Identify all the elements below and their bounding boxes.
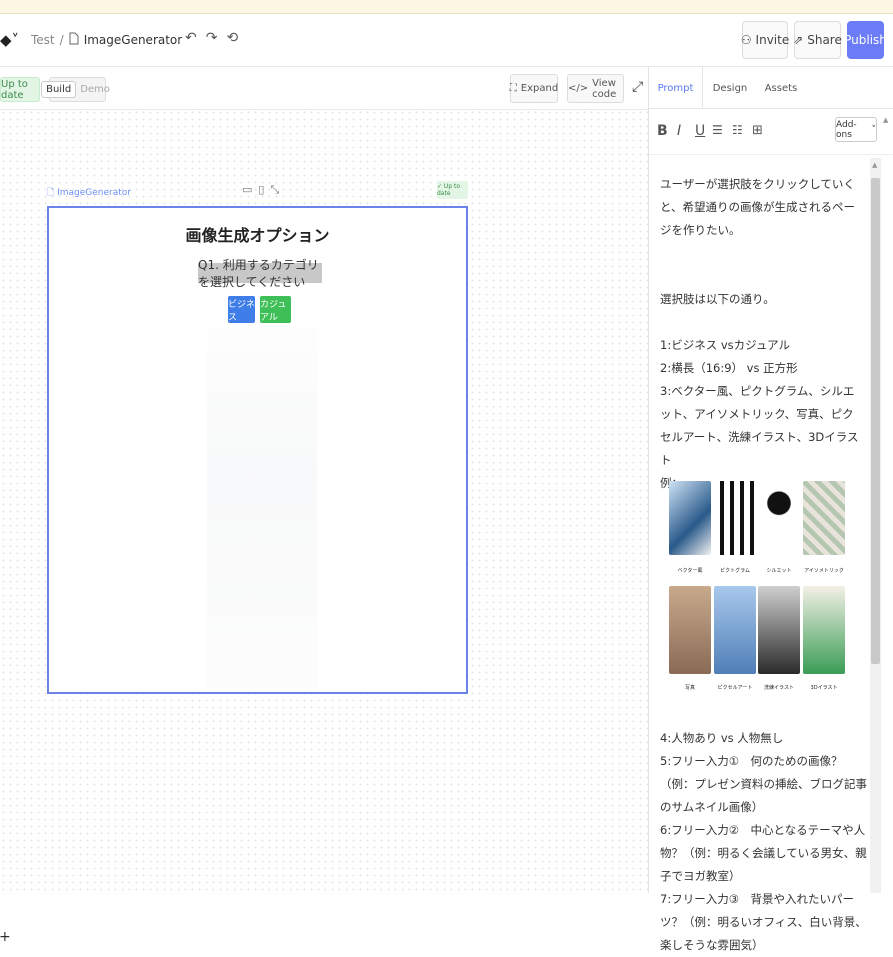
prompt-line: 7:フリー入力③ 背景や入れたいパーツ？（例：明るいオフィス、白い背景、楽しそう… (660, 892, 867, 952)
redo-icon[interactable]: ↷ (206, 30, 218, 46)
mode-demo-tab[interactable]: Demo (76, 82, 114, 97)
example-thumbnail (803, 481, 845, 555)
tab-assets[interactable]: Assets (756, 67, 806, 109)
breadcrumb: Test / ImageGenerator (31, 32, 182, 48)
breadcrumb-root[interactable]: Test (31, 33, 55, 47)
frame-header: 🗋 ImageGenerator ▭ ▯ ⤡ ✓ Up to date (47, 181, 468, 203)
canvas-area: Up to date Build Demo ⛶ Expand </> View … (0, 67, 648, 945)
casual-button[interactable]: カジュアル (260, 296, 291, 323)
example-thumbnail (758, 586, 800, 674)
add-icon[interactable]: + (0, 929, 11, 945)
italic-icon[interactable]: I (677, 123, 681, 139)
example-caption: 洗練イラスト (764, 685, 794, 691)
example-thumbnail (714, 586, 756, 674)
example-image-grid: ベクター風 ピクトグラム シルエット アイソメトリック 写真 ピクセルアート 洗… (666, 481, 848, 693)
fullscreen-icon[interactable]: ⤢ (632, 79, 643, 95)
prompt-line: 4:人物あり vs 人物無し (660, 731, 784, 745)
tab-prompt[interactable]: Prompt (649, 67, 703, 109)
device-toggles: ▭ ▯ ⤡ (242, 183, 279, 197)
frame-status-badge: ✓ Up to date (437, 181, 468, 199)
publish-button[interactable]: Publish (844, 21, 887, 59)
code-icon: </> (568, 83, 589, 94)
underline-icon[interactable]: U (695, 123, 705, 139)
example-caption: ベクター風 (677, 568, 703, 574)
example-thumbnail (714, 481, 756, 555)
project-name[interactable]: ImageGenerator (84, 33, 183, 47)
history-icon[interactable]: ⟲ (226, 30, 238, 46)
view-code-button[interactable]: </> View code (567, 74, 624, 103)
example-thumbnail (758, 481, 800, 555)
mobile-icon[interactable]: ▯ (258, 183, 264, 197)
example-caption: 3Dイラスト (810, 685, 838, 691)
expand-button[interactable]: ⛶ Expand (510, 74, 558, 103)
question-label: Q1. 利用するカテゴリを選択してください (198, 258, 322, 289)
format-toolbar: B I U ☰ ☷ ⊞ Add-ons ˅ (649, 109, 893, 155)
example-thumbnail (803, 586, 845, 674)
addons-dropdown[interactable]: Add-ons ˅ (835, 117, 877, 142)
breadcrumb-separator: / (59, 33, 64, 47)
history-controls: ↶ ↷ ⟲ (185, 30, 238, 46)
expand-icon: ⛶ (509, 83, 517, 94)
share-icon: ⇗ (793, 33, 804, 47)
scroll-up-icon[interactable]: ▲ (872, 161, 877, 169)
example-caption: ピクトグラム (720, 568, 750, 574)
top-banner (0, 0, 893, 14)
top-bar: ◆˅ Test / ImageGenerator ↶ ↷ ⟲ ⚇ Invite … (0, 14, 893, 67)
side-panel: Prompt Design Assets B I U ☰ ☷ ⊞ Add-ons… (648, 67, 893, 952)
resize-icon[interactable]: ⤡ (270, 183, 279, 197)
prompt-line: 1:ビジネス vsカジュアル (660, 338, 790, 352)
prompt-line: 2:横長（16:9） vs 正方形 (660, 361, 798, 375)
prompt-line: 選択肢は以下の通り。 (660, 292, 775, 306)
faint-background (207, 328, 317, 688)
bullet-list-icon[interactable]: ☷ (732, 123, 743, 137)
mode-toggle: Build Demo (41, 77, 110, 102)
tab-design[interactable]: Design (704, 67, 756, 109)
preview-frame: 画像生成オプション Q1. 利用するカテゴリを選択してください ビジネス カジュ… (47, 206, 468, 694)
prompt-line: 5:フリー入力① 何のための画像？ （例：プレゼン資料の挿絵、ブログ記事のサムネ… (660, 754, 867, 814)
invite-button[interactable]: ⚇ Invite (740, 21, 789, 59)
desktop-icon[interactable]: ▭ (242, 183, 252, 197)
prompt-line (660, 311, 865, 334)
panel-tabs: Prompt Design Assets (649, 67, 893, 109)
scrollbar-thumb[interactable] (871, 178, 880, 664)
example-caption: 写真 (684, 685, 695, 691)
mode-build-tab[interactable]: Build (41, 81, 77, 98)
example-caption: ピクセルアート (717, 685, 753, 691)
example-caption: シルエット (766, 568, 792, 574)
users-icon: ⚇ (740, 33, 752, 47)
bold-icon[interactable]: B (657, 123, 668, 139)
business-button[interactable]: ビジネス (228, 296, 255, 323)
frame-name[interactable]: 🗋 ImageGenerator (47, 185, 131, 201)
file-icon (69, 32, 79, 48)
prompt-text-continued[interactable]: 4:人物あり vs 人物無し 5:フリー入力① 何のための画像？ （例：プレゼン… (660, 727, 870, 957)
share-button[interactable]: ⇗ Share (793, 21, 842, 59)
add-image-icon[interactable]: ⊞ (752, 123, 763, 138)
prompt-line: ユーザーが選択肢をクリックしていくと、希望通りの画像が生成されるページを作りたい… (660, 177, 856, 237)
status-badge: Up to date (0, 77, 40, 102)
page-title: 画像生成オプション (185, 226, 330, 245)
logo-icon[interactable]: ◆˅ (0, 31, 19, 49)
canvas-toolbar: Up to date Build Demo ⛶ Expand </> View … (0, 67, 648, 110)
ordered-list-icon[interactable]: ☰ (712, 123, 723, 137)
example-thumbnail (669, 586, 711, 674)
prompt-text[interactable]: ユーザーが選択肢をクリックしていくと、希望通りの画像が生成されるページを作りたい… (660, 173, 865, 495)
panel-scroll-up-icon[interactable]: ▲ (883, 116, 888, 124)
example-caption: アイソメトリック (804, 568, 844, 574)
undo-icon[interactable]: ↶ (185, 30, 197, 46)
prompt-line (660, 242, 865, 265)
prompt-line: 3:ベクター風、ピクトグラム、シルエット、アイソメトリック、写真、ピクセルアート… (660, 384, 859, 467)
example-thumbnail (669, 481, 711, 555)
prompt-line: 6:フリー入力② 中心となるテーマや人物？（例：明るく会議している男女、親子でヨ… (660, 823, 867, 883)
prompt-line (660, 265, 865, 288)
